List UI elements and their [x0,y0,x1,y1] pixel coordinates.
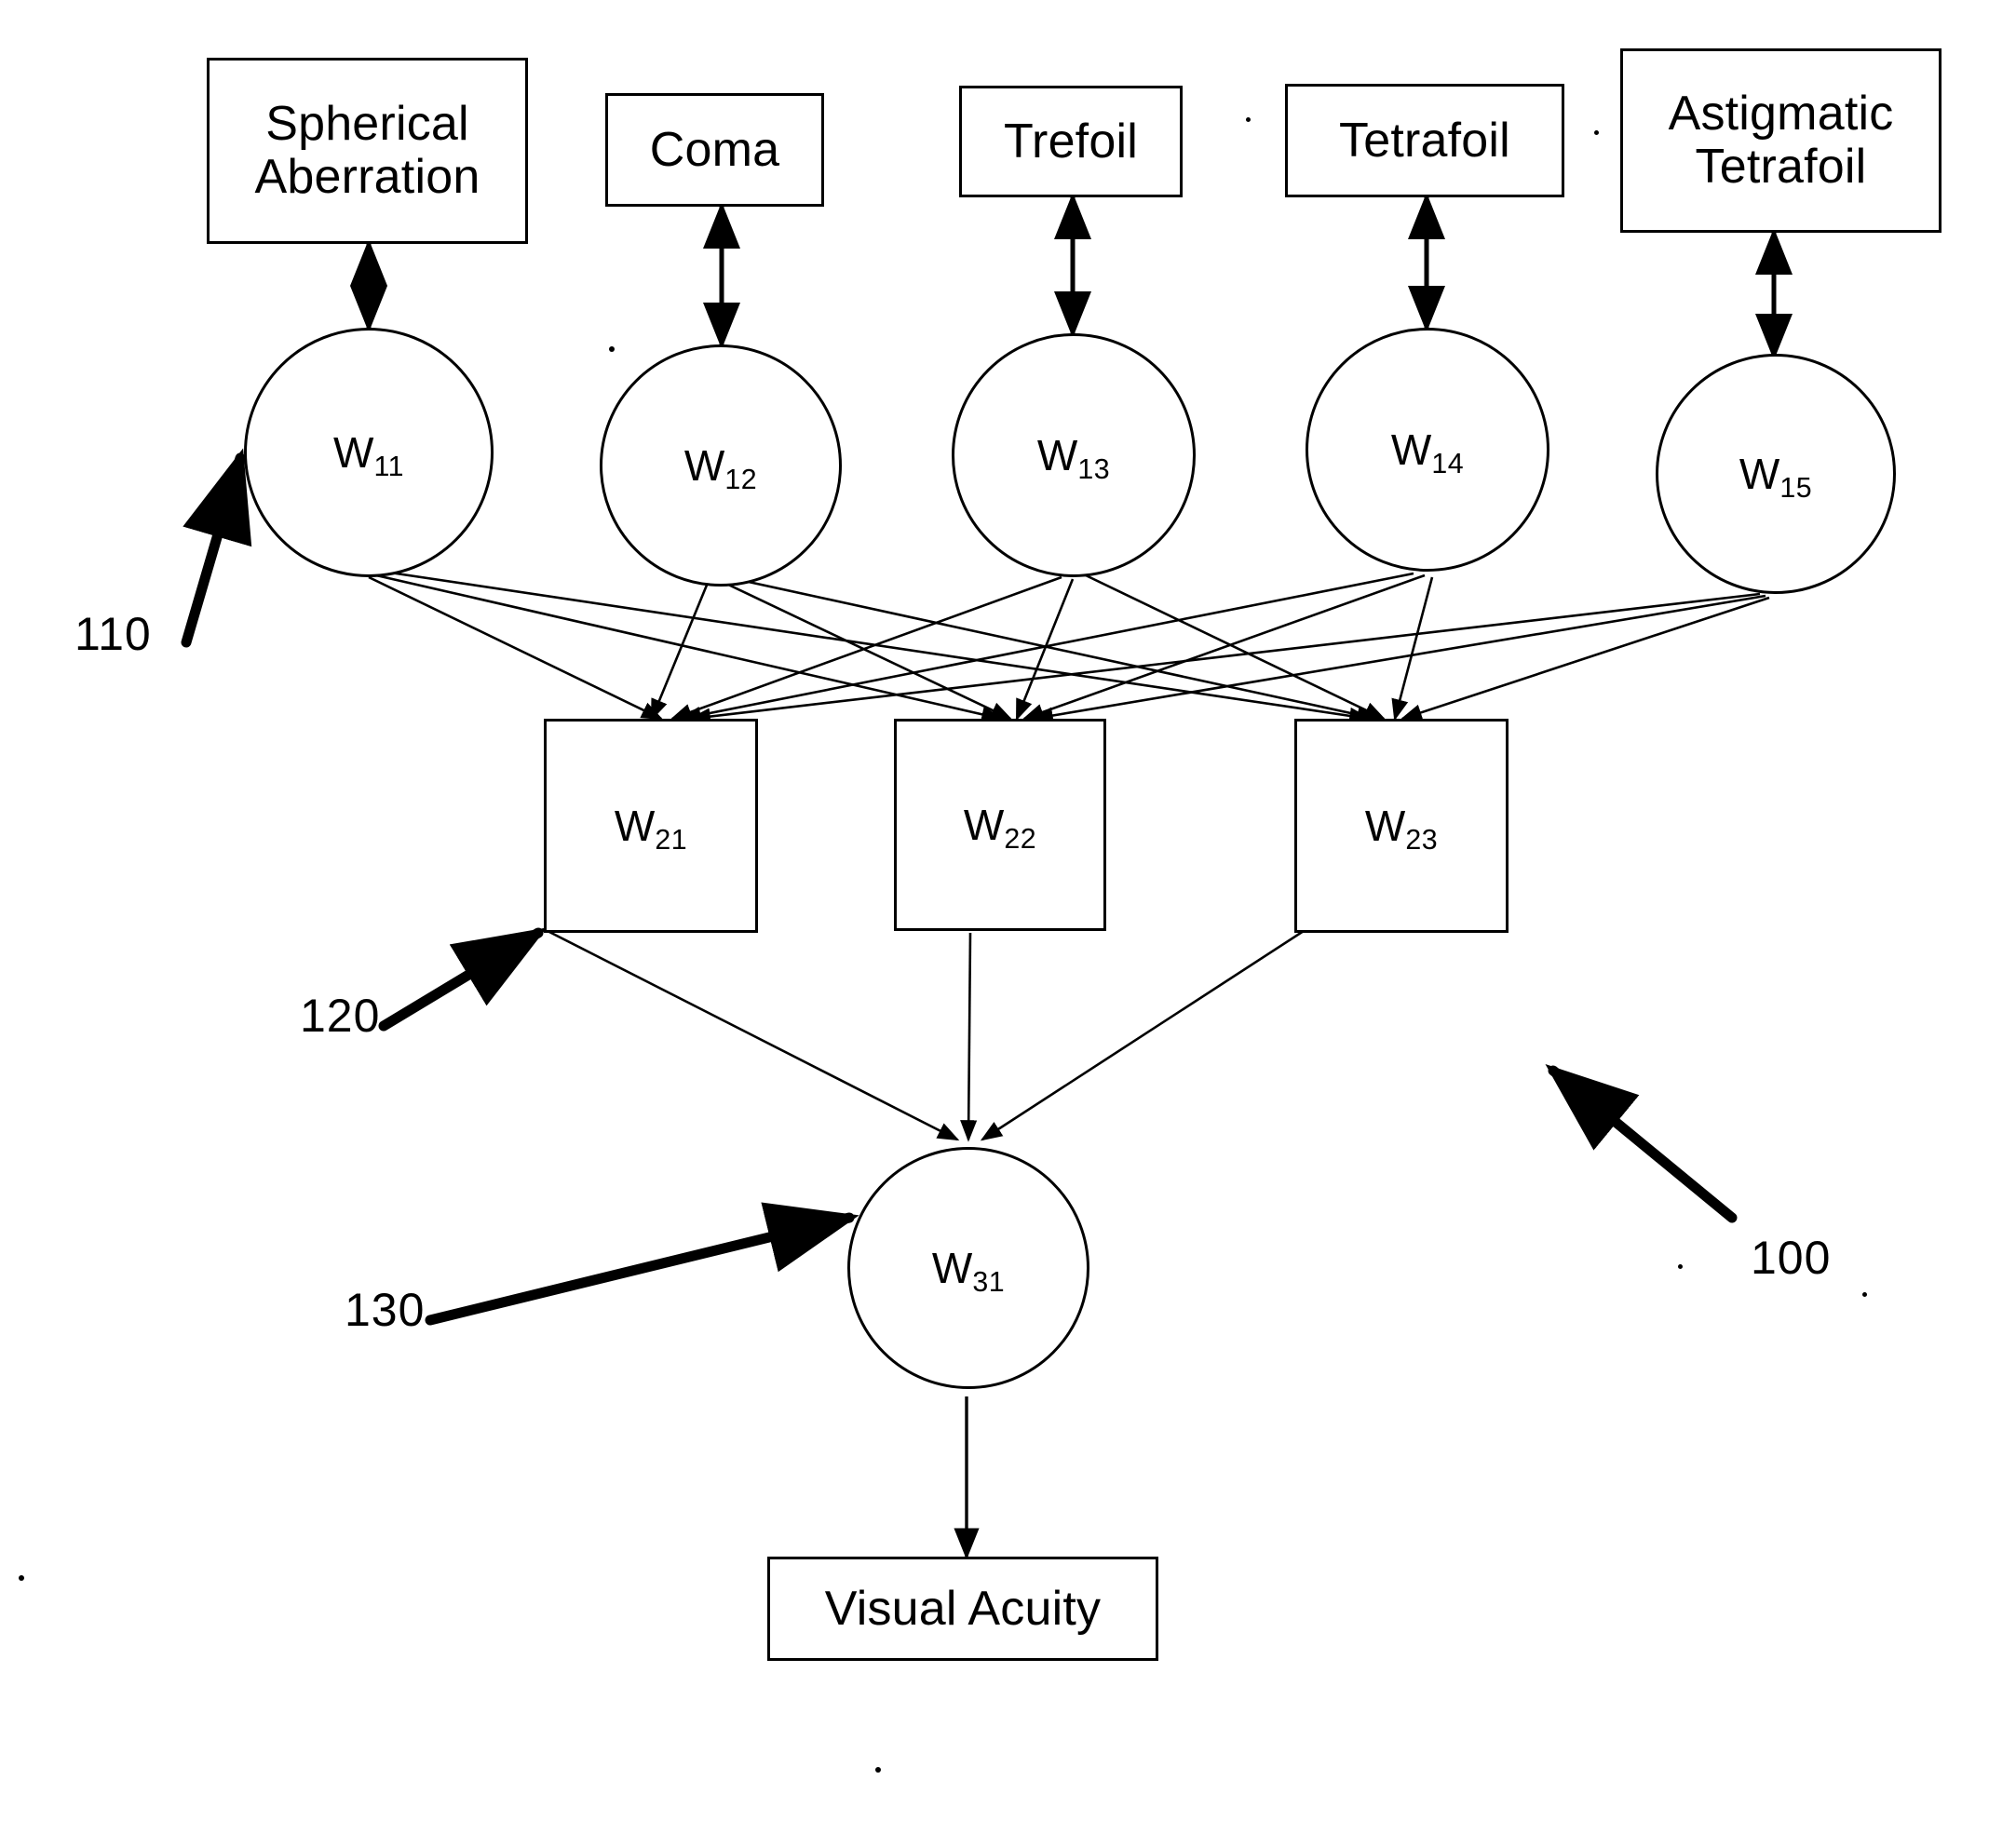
scan-speck [1594,130,1599,135]
node-label-w14: W14 [1390,425,1465,479]
figure-canvas: Spherical Aberration Coma Trefoil Tetraf… [0,0,2016,1821]
input-layer-node-w13: W13 [952,333,1196,577]
node-label-w23: W23 [1364,802,1439,856]
node-label-w22: W22 [963,801,1037,855]
input-box-coma-label: Coma [649,122,780,177]
input-box-spherical-aberration-line1: Spherical [265,96,469,151]
input-layer-node-w14: W14 [1306,328,1549,572]
hidden-layer-node-w22: W22 [894,719,1106,931]
input-box-tetrafoil-label: Tetrafoil [1339,113,1510,168]
scan-speck [1246,117,1251,122]
node-label-w12: W12 [683,441,758,495]
scan-speck [1678,1264,1683,1269]
node-label-w21: W21 [614,802,688,856]
reference-numeral-130: 130 [345,1284,426,1336]
node-label-w11: W11 [333,428,404,482]
input-box-spherical-aberration-line2: Aberration [254,150,480,204]
scan-speck [19,1575,24,1581]
output-box-visual-acuity: Visual Acuity [767,1557,1158,1661]
input-box-astigmatic-tetrafoil: Astigmatic Tetrafoil [1620,48,1942,233]
input-box-astigmatic-tetrafoil-line2: Tetrafoil [1695,140,1867,194]
input-layer-node-w12: W12 [600,344,842,587]
reference-numeral-100: 100 [1751,1232,1832,1284]
output-layer-node-w31: W31 [847,1147,1089,1389]
node-label-w31: W31 [931,1244,1006,1298]
reference-numeral-110: 110 [74,608,152,660]
node-label-w13: W13 [1036,431,1111,485]
scan-speck [1862,1292,1867,1297]
input-box-trefoil-label: Trefoil [1004,114,1138,169]
hidden-layer-node-w23: W23 [1294,719,1509,933]
input-box-trefoil: Trefoil [959,86,1183,197]
input-layer-node-w11: W11 [244,328,494,577]
input-box-tetrafoil: Tetrafoil [1285,84,1564,197]
input-box-coma: Coma [605,93,824,207]
input-box-astigmatic-tetrafoil-line1: Astigmatic [1668,86,1894,141]
hidden-layer-node-w21: W21 [544,719,758,933]
input-layer-node-w15: W15 [1656,354,1896,594]
input-box-spherical-aberration: Spherical Aberration [207,58,528,244]
reference-numeral-120: 120 [300,990,381,1042]
scan-speck [609,346,615,352]
output-box-visual-acuity-label: Visual Acuity [824,1581,1102,1636]
scan-speck [875,1767,881,1773]
node-label-w15: W15 [1739,450,1813,504]
